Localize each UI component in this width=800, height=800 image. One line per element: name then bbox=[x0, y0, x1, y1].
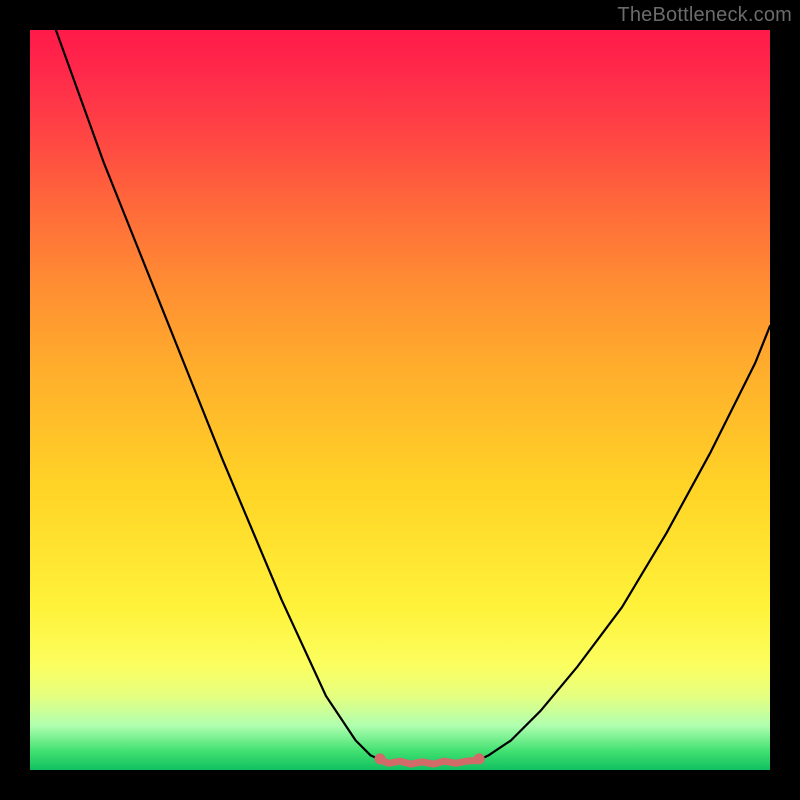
curve-right bbox=[478, 326, 770, 760]
trough-segment bbox=[382, 760, 478, 764]
trough-endpoint-left bbox=[375, 753, 386, 764]
plot-svg bbox=[30, 30, 770, 770]
plot-area bbox=[30, 30, 770, 770]
trough-endpoint-right bbox=[474, 753, 485, 764]
curve-left bbox=[56, 30, 382, 760]
watermark-text: TheBottleneck.com bbox=[617, 4, 792, 27]
chart-frame: TheBottleneck.com bbox=[0, 0, 800, 800]
